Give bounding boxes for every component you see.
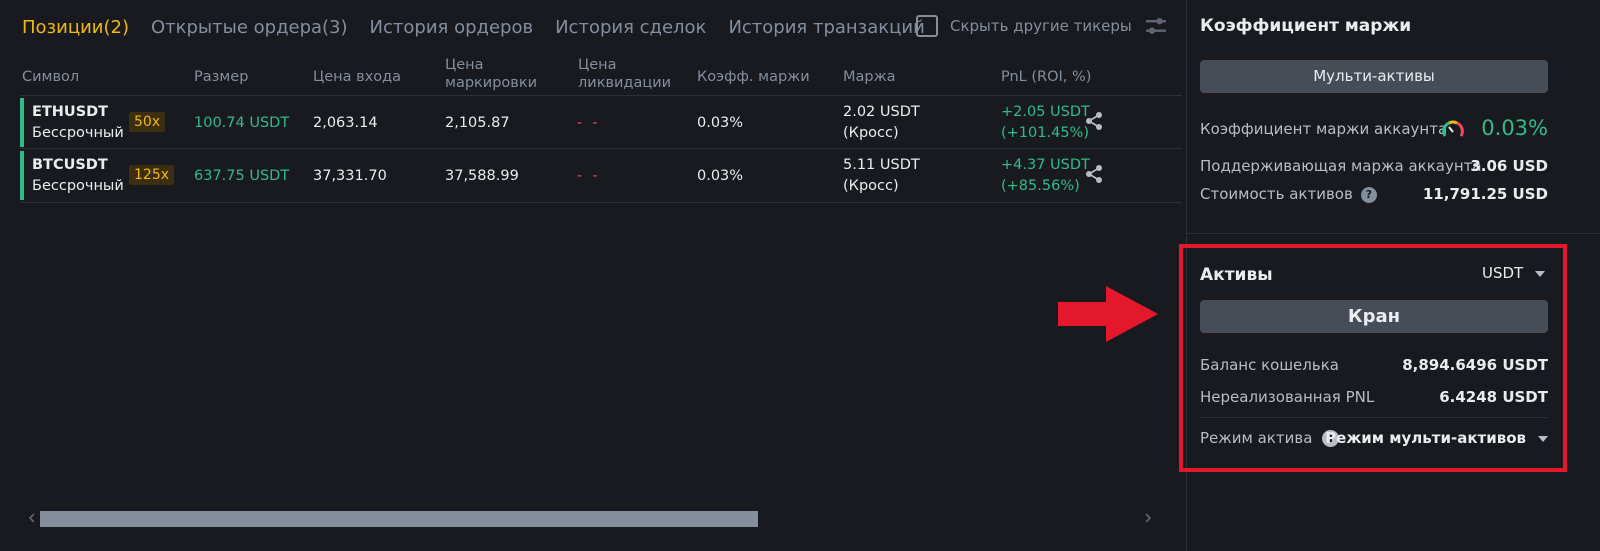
row-mark-price: 37,588.99 [445,168,519,184]
leverage-badge[interactable]: 50x [129,112,166,132]
col-liq-price-line2: ликвидации [578,75,672,91]
long-indicator [20,98,24,147]
row-contract-type: Бессрочный [32,125,124,141]
tab-trade-history[interactable]: История сделок [555,17,706,38]
leverage-badge[interactable]: 125x [129,165,175,185]
scrollbar-thumb[interactable] [40,511,758,527]
asset-mode-value: Режим мульти-активов [1325,429,1526,447]
tab-open-orders[interactable]: Открытые ордера(3) [151,17,348,38]
col-mark-price: Цена маркировки [445,56,537,92]
long-indicator [20,151,24,200]
gauge-icon [1442,120,1464,137]
account-panel: Коэффициент маржи Мульти-активы Коэффици… [1179,0,1600,551]
col-pnl: PnL (ROI, %) [1001,69,1092,85]
unrealized-pnl-value: 6.4248 USDT [1439,388,1548,406]
row-roi: (+85.56%) [1001,178,1080,194]
hide-other-tickers-checkbox[interactable] [916,15,938,37]
row-contract-type: Бессрочный [32,178,124,194]
wallet-balance-label: Баланс кошелька [1200,356,1339,374]
tab-positions[interactable]: Позиции(2) [22,17,129,38]
filter-settings-icon[interactable] [1145,15,1167,37]
currency-select[interactable]: USDT [1482,264,1546,282]
share-icon[interactable] [1084,111,1104,131]
faucet-button[interactable]: Кран [1200,300,1548,333]
chevron-left-icon[interactable] [26,510,38,526]
help-icon[interactable]: ? [1360,186,1377,203]
row-roi: (+101.45%) [1001,125,1089,141]
row-margin-mode: (Кросс) [843,178,899,194]
col-size: Размер [194,69,249,85]
multi-assets-button[interactable]: Мульти-активы [1200,60,1548,93]
hide-other-tickers-toggle[interactable]: Скрыть другие тикеры [916,15,1132,37]
row-margin-ratio: 0.03% [697,168,744,184]
share-icon[interactable] [1084,164,1104,184]
asset-mode-select[interactable]: Режим мульти-активов [1325,429,1548,447]
row-mark-price: 2,105.87 [445,115,510,131]
col-mark-price-line2: маркировки [445,75,538,91]
table-header: Символ Размер Цена входа Цена маркировки… [22,56,1182,96]
assets-divider [1200,417,1548,418]
account-margin-ratio: Коэффициент маржи аккаунта 0.03% [1200,116,1548,146]
row-margin-ratio: 0.03% [697,115,744,131]
account-margin-ratio-label: Коэффициент маржи аккаунта [1200,120,1448,138]
tab-order-history[interactable]: История ордеров [370,17,534,38]
tab-transaction-history[interactable]: История транзакций [728,17,924,38]
row-liq-price: - - [577,168,601,184]
currency-value: USDT [1482,264,1524,282]
col-mark-price-line1: Цена [445,57,484,73]
margin-ratio-title: Коэффициент маржи [1200,16,1412,36]
row-pnl: +4.37 USDT [1001,157,1090,173]
row-liq-price: - - [577,115,601,131]
col-symbol: Символ [22,69,80,85]
asset-mode-label-wrap: Режим актива i [1200,429,1340,447]
asset-mode: Режим актива i Режим мульти-активов [1200,429,1548,449]
asset-mode-label: Режим актива [1200,429,1313,447]
positions-panel: Позиции(2) Открытые ордера(3) История ор… [0,0,1185,551]
horizontal-scrollbar[interactable] [22,508,1162,528]
account-margin-ratio-value: 0.03% [1481,116,1548,140]
maintenance-margin: Поддерживающая маржа аккаунта 3.06 USD [1200,157,1548,177]
row-size: 100.74 USDT [194,115,290,131]
row-pnl: +2.05 USDT [1001,104,1090,120]
col-margin-ratio: Коэфф. маржи [697,69,810,85]
asset-value: Стоимость активов? 11,791.25 USD [1200,185,1548,205]
wallet-balance: Баланс кошелька 8,894.6496 USDT [1200,356,1548,376]
tab-bar: Позиции(2) Открытые ордера(3) История ор… [22,14,947,40]
row-entry-price: 37,331.70 [313,168,387,184]
table-row[interactable]: BTCUSDT Бессрочный 125x 637.75 USDT 37,3… [20,148,1182,201]
red-arrow-annotation [1058,286,1158,342]
maintenance-margin-value: 3.06 USD [1470,157,1548,175]
maintenance-margin-label: Поддерживающая маржа аккаунта [1200,157,1482,175]
asset-value-label: Стоимость активов [1200,185,1353,203]
row-margin: 5.11 USDT [843,157,920,173]
row-margin-mode: (Кросс) [843,125,899,141]
col-liq-price-line1: Цена [578,57,617,73]
row-symbol[interactable]: ETHUSDT [32,102,108,122]
unrealized-pnl: Нереализованная PNL 6.4248 USDT [1200,388,1548,408]
asset-value-label-wrap: Стоимость активов? [1200,185,1377,203]
caret-down-icon [1538,435,1548,442]
col-liq-price: Цена ликвидации [578,56,671,92]
table-divider [20,202,1182,203]
hide-other-tickers-label: Скрыть другие тикеры [950,17,1132,35]
row-margin: 2.02 USDT [843,104,920,120]
wallet-balance-value: 8,894.6496 USDT [1402,356,1548,374]
table-row[interactable]: ETHUSDT Бессрочный 50x 100.74 USDT 2,063… [20,95,1182,148]
row-symbol[interactable]: BTCUSDT [32,155,108,175]
row-size: 637.75 USDT [194,168,290,184]
unrealized-pnl-label: Нереализованная PNL [1200,388,1375,406]
assets-title: Активы [1200,265,1273,285]
caret-down-icon [1535,270,1546,277]
col-margin: Маржа [843,69,896,85]
panel-divider [1187,233,1600,234]
row-entry-price: 2,063.14 [313,115,378,131]
asset-value-amount: 11,791.25 USD [1422,185,1548,203]
chevron-right-icon[interactable] [1142,510,1154,526]
col-entry-price: Цена входа [313,69,402,85]
